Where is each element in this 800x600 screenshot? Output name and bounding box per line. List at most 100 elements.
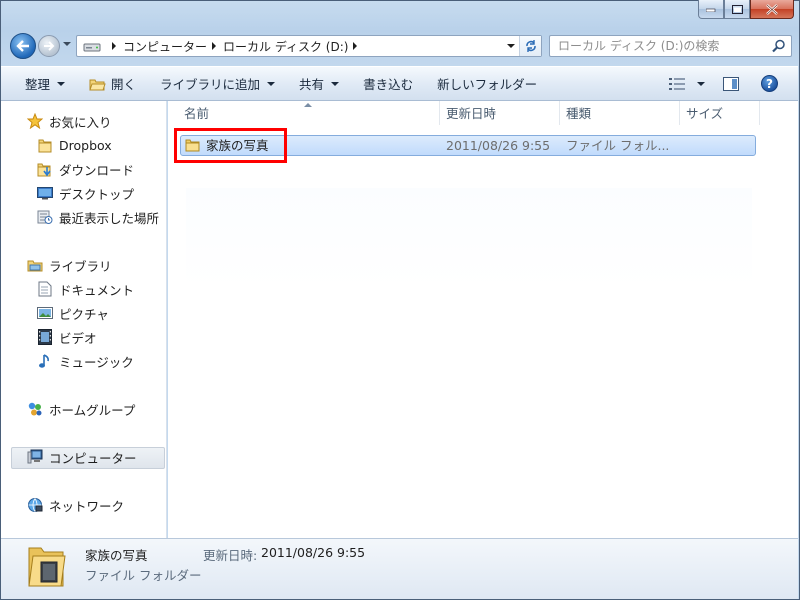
nav-favorites-label: お気に入り bbox=[49, 114, 112, 130]
minimize-button[interactable] bbox=[698, 0, 724, 19]
empty-list-area bbox=[186, 188, 752, 288]
help-icon: ? bbox=[766, 76, 773, 91]
address-bar[interactable]: コンピューター ローカル ディスク (D:) bbox=[76, 35, 542, 57]
nav-libraries[interactable]: ライブラリ bbox=[27, 254, 112, 276]
column-header-row: 名前 更新日時 種類 サイズ bbox=[168, 101, 798, 125]
homegroup-icon bbox=[27, 401, 43, 417]
breadcrumb-local-disk[interactable]: ローカル ディスク (D:) bbox=[223, 38, 348, 55]
sort-ascending-icon bbox=[304, 103, 312, 107]
nav-network[interactable]: ネットワーク bbox=[27, 494, 124, 516]
nav-item-recent-places[interactable]: 最近表示した場所 bbox=[37, 206, 159, 228]
search-icon[interactable] bbox=[772, 39, 786, 53]
organize-label: 整理 bbox=[25, 77, 51, 92]
preview-pane-button[interactable] bbox=[723, 76, 739, 91]
column-header-size-label: サイズ bbox=[686, 106, 724, 121]
nav-item-pictures[interactable]: ピクチャ bbox=[37, 302, 109, 324]
breadcrumb-computer[interactable]: コンピューター bbox=[123, 38, 207, 55]
column-header-type-label: 種類 bbox=[566, 106, 592, 121]
nav-item-recent-places-label: 最近表示した場所 bbox=[59, 210, 160, 226]
details-date-label: 更新日時: bbox=[203, 548, 258, 563]
arrow-left-icon bbox=[16, 40, 29, 52]
recent-pages-dropdown[interactable] bbox=[63, 42, 71, 46]
share-label: 共有 bbox=[299, 77, 325, 92]
address-history-dropdown[interactable] bbox=[507, 44, 515, 48]
details-pane: 家族の写真 ファイル フォルダー 更新日時: 2011/08/26 9:55 bbox=[1, 538, 798, 599]
caption-buttons bbox=[698, 0, 794, 20]
column-header-date-label: 更新日時 bbox=[446, 106, 497, 121]
large-folder-icon bbox=[27, 542, 67, 591]
burn-button[interactable]: 書き込む bbox=[363, 67, 413, 100]
chevron-down-icon bbox=[331, 82, 340, 86]
arrow-right-icon bbox=[44, 41, 55, 51]
nav-item-documents-label: ドキュメント bbox=[59, 282, 135, 298]
nav-item-music[interactable]: ミュージック bbox=[37, 350, 134, 372]
search-input[interactable]: ローカル ディスク (D:)の検索 bbox=[549, 35, 792, 57]
column-header-date[interactable]: 更新日時 bbox=[440, 101, 560, 125]
desktop-icon bbox=[37, 185, 53, 201]
refresh-icon bbox=[525, 40, 536, 52]
nav-item-downloads[interactable]: ダウンロード bbox=[37, 158, 134, 180]
command-bar: 整理 開く ライブラリに追加 共有 書き込む 新しいフォルダー ? bbox=[1, 66, 798, 101]
minimize-icon bbox=[706, 8, 716, 12]
close-icon bbox=[766, 3, 778, 15]
breadcrumb-separator-icon[interactable] bbox=[212, 42, 217, 50]
file-row-type: ファイル フォル... bbox=[566, 138, 670, 153]
chevron-down-icon bbox=[57, 82, 66, 86]
column-header-name-label: 名前 bbox=[184, 106, 210, 121]
breadcrumb: コンピューター ローカル ディスク (D:) bbox=[107, 36, 364, 56]
nav-item-videos[interactable]: ビデオ bbox=[37, 326, 97, 348]
nav-item-dropbox-label: Dropbox bbox=[59, 137, 112, 153]
open-button[interactable]: 開く bbox=[89, 67, 136, 100]
forward-button[interactable] bbox=[38, 35, 60, 57]
help-button[interactable]: ? bbox=[761, 75, 778, 92]
documents-icon bbox=[37, 281, 53, 297]
nav-favorites[interactable]: お気に入り bbox=[27, 110, 112, 132]
nav-network-label: ネットワーク bbox=[49, 498, 125, 514]
network-icon bbox=[27, 497, 43, 513]
include-in-library-label: ライブラリに追加 bbox=[160, 77, 261, 92]
star-icon bbox=[27, 113, 43, 129]
folder-icon bbox=[37, 137, 53, 153]
burn-label: 書き込む bbox=[363, 77, 414, 92]
nav-computer[interactable]: コンピューター bbox=[27, 446, 137, 468]
music-note-icon bbox=[37, 353, 53, 369]
nav-item-dropbox[interactable]: Dropbox bbox=[37, 134, 112, 156]
close-button[interactable] bbox=[750, 0, 794, 19]
include-in-library-button[interactable]: ライブラリに追加 bbox=[160, 67, 276, 100]
nav-item-downloads-label: ダウンロード bbox=[59, 162, 135, 178]
new-folder-button[interactable]: 新しいフォルダー bbox=[437, 67, 537, 100]
open-folder-icon bbox=[89, 77, 106, 91]
maximize-button[interactable] bbox=[724, 0, 750, 19]
breadcrumb-separator-icon[interactable] bbox=[112, 42, 116, 50]
change-view-button[interactable] bbox=[669, 77, 705, 90]
toolbar-right-group: ? bbox=[669, 67, 798, 100]
nav-item-desktop[interactable]: デスクトップ bbox=[37, 182, 134, 204]
recent-places-icon bbox=[37, 209, 53, 225]
back-button[interactable] bbox=[10, 33, 36, 59]
file-list-view: 名前 更新日時 種類 サイズ 家族の写真 2011/08/26 9:55 ファイ… bbox=[168, 101, 798, 538]
breadcrumb-separator-icon[interactable] bbox=[353, 42, 358, 50]
share-button[interactable]: 共有 bbox=[299, 67, 340, 100]
nav-item-pictures-label: ピクチャ bbox=[59, 306, 109, 322]
nav-libraries-label: ライブラリ bbox=[49, 258, 112, 274]
column-header-size[interactable]: サイズ bbox=[680, 101, 760, 125]
pictures-icon bbox=[37, 305, 53, 321]
column-header-type[interactable]: 種類 bbox=[560, 101, 680, 125]
navigation-pane: お気に入り Dropbox ダウンロード デスクトップ 最近表示した場所 ライブ… bbox=[1, 101, 167, 538]
file-row-date: 2011/08/26 9:55 bbox=[446, 138, 551, 153]
organize-button[interactable]: 整理 bbox=[25, 67, 66, 100]
videos-icon bbox=[37, 329, 53, 345]
nav-item-music-label: ミュージック bbox=[59, 354, 134, 370]
nav-computer-label: コンピューター bbox=[49, 450, 137, 466]
refresh-button[interactable] bbox=[519, 36, 541, 56]
details-view-icon bbox=[669, 77, 685, 90]
nav-homegroup-label: ホームグループ bbox=[49, 402, 136, 418]
nav-item-documents[interactable]: ドキュメント bbox=[37, 278, 134, 300]
nav-homegroup[interactable]: ホームグループ bbox=[27, 398, 135, 420]
computer-icon bbox=[27, 449, 43, 465]
details-date-value: 2011/08/26 9:55 bbox=[261, 545, 366, 560]
chevron-down-icon bbox=[267, 82, 276, 86]
chevron-down-icon bbox=[697, 82, 705, 86]
new-folder-label: 新しいフォルダー bbox=[437, 77, 538, 92]
libraries-icon bbox=[27, 257, 43, 273]
